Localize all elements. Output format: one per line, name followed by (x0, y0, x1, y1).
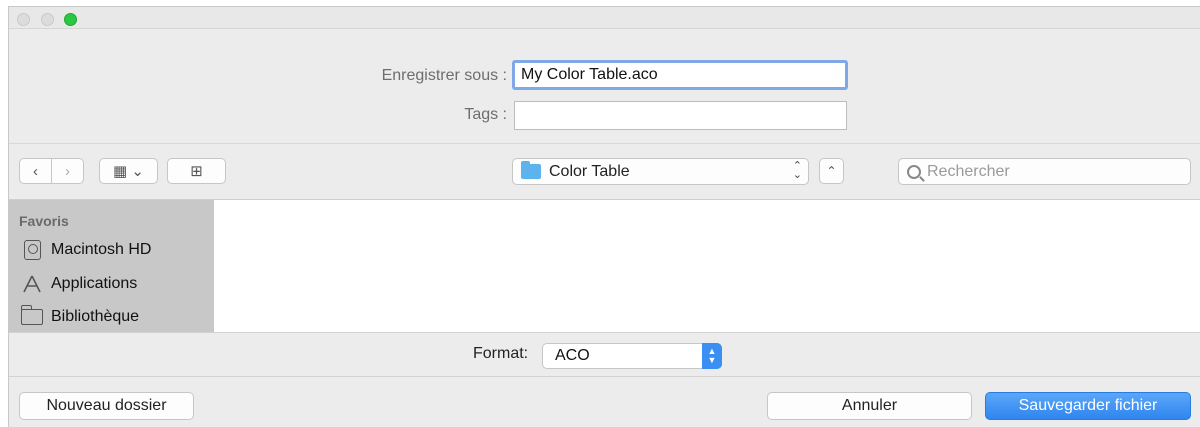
save-file-button[interactable]: Sauvegarder fichier (985, 392, 1191, 420)
location-label: Color Table (549, 162, 630, 180)
hard-drive-icon (21, 240, 43, 260)
format-label: Format: (473, 345, 529, 362)
format-value: ACO (555, 347, 590, 364)
tags-label: Tags : (464, 106, 507, 123)
new-folder-button[interactable]: Nouveau dossier (19, 392, 194, 420)
cancel-button[interactable]: Annuler (767, 392, 972, 420)
format-bar: Format: ACO ▲ ▼ (9, 332, 1200, 377)
stepper-icon: ⌃ ⌄ (792, 160, 802, 181)
view-mode-button[interactable]: ▦ ⌄ (99, 158, 158, 184)
sidebar-item-macintosh-hd[interactable]: Macintosh HD (21, 240, 151, 260)
applications-icon (21, 274, 43, 294)
sidebar-item-label: Applications (51, 275, 138, 292)
sidebar-item-label: Bibliothèque (51, 308, 140, 325)
sidebar-item-applications[interactable]: Applications (21, 274, 137, 294)
expand-dialog-button[interactable]: ⌃ (819, 158, 844, 184)
close-window-button[interactable] (17, 13, 30, 26)
format-select[interactable]: ACO ▲ ▼ (542, 343, 722, 369)
search-field[interactable]: Rechercher (898, 158, 1191, 185)
title-bar (9, 7, 1200, 29)
zoom-window-button[interactable] (64, 13, 77, 26)
search-icon (907, 164, 921, 179)
chevron-up-icon: ⌃ (826, 164, 837, 178)
new-folder-icon: ⊞ (190, 163, 203, 180)
sidebar-heading: Favoris (19, 213, 69, 229)
save-dialog: Enregistrer sous : My Color Table.aco Ta… (8, 6, 1200, 427)
chevron-left-icon: ‹ (33, 162, 38, 180)
stepper-icon: ▲ ▼ (702, 343, 722, 369)
grid-view-icon: ▦ ⌄ (113, 163, 144, 180)
save-as-label: Enregistrer sous : (381, 67, 507, 84)
folder-icon (20, 305, 43, 327)
sidebar-item-bibliotheque[interactable]: Bibliothèque (20, 305, 140, 327)
filename-input[interactable]: My Color Table.aco (512, 60, 848, 90)
tags-input[interactable] (514, 101, 847, 130)
folder-icon (521, 161, 541, 179)
location-popup[interactable]: Color Table ⌃ ⌄ (512, 158, 809, 185)
sidebar: Favoris Macintosh HD Applications Biblio… (9, 200, 214, 332)
filename-section: Enregistrer sous : My Color Table.aco Ta… (9, 29, 1200, 143)
minimize-window-button[interactable] (41, 13, 54, 26)
sidebar-item-label: Macintosh HD (51, 241, 152, 258)
chevron-right-icon: › (65, 162, 70, 180)
new-folder-icon-button[interactable]: ⊞ (167, 158, 226, 184)
forward-button[interactable]: › (51, 158, 84, 184)
back-button[interactable]: ‹ (19, 158, 52, 184)
file-list-area[interactable] (214, 200, 1200, 332)
browser-toolbar: ‹ › ▦ ⌄ ⊞ Color Table ⌃ ⌄ ⌃ Rechercher (9, 143, 1200, 200)
search-placeholder: Rechercher (927, 162, 1010, 180)
